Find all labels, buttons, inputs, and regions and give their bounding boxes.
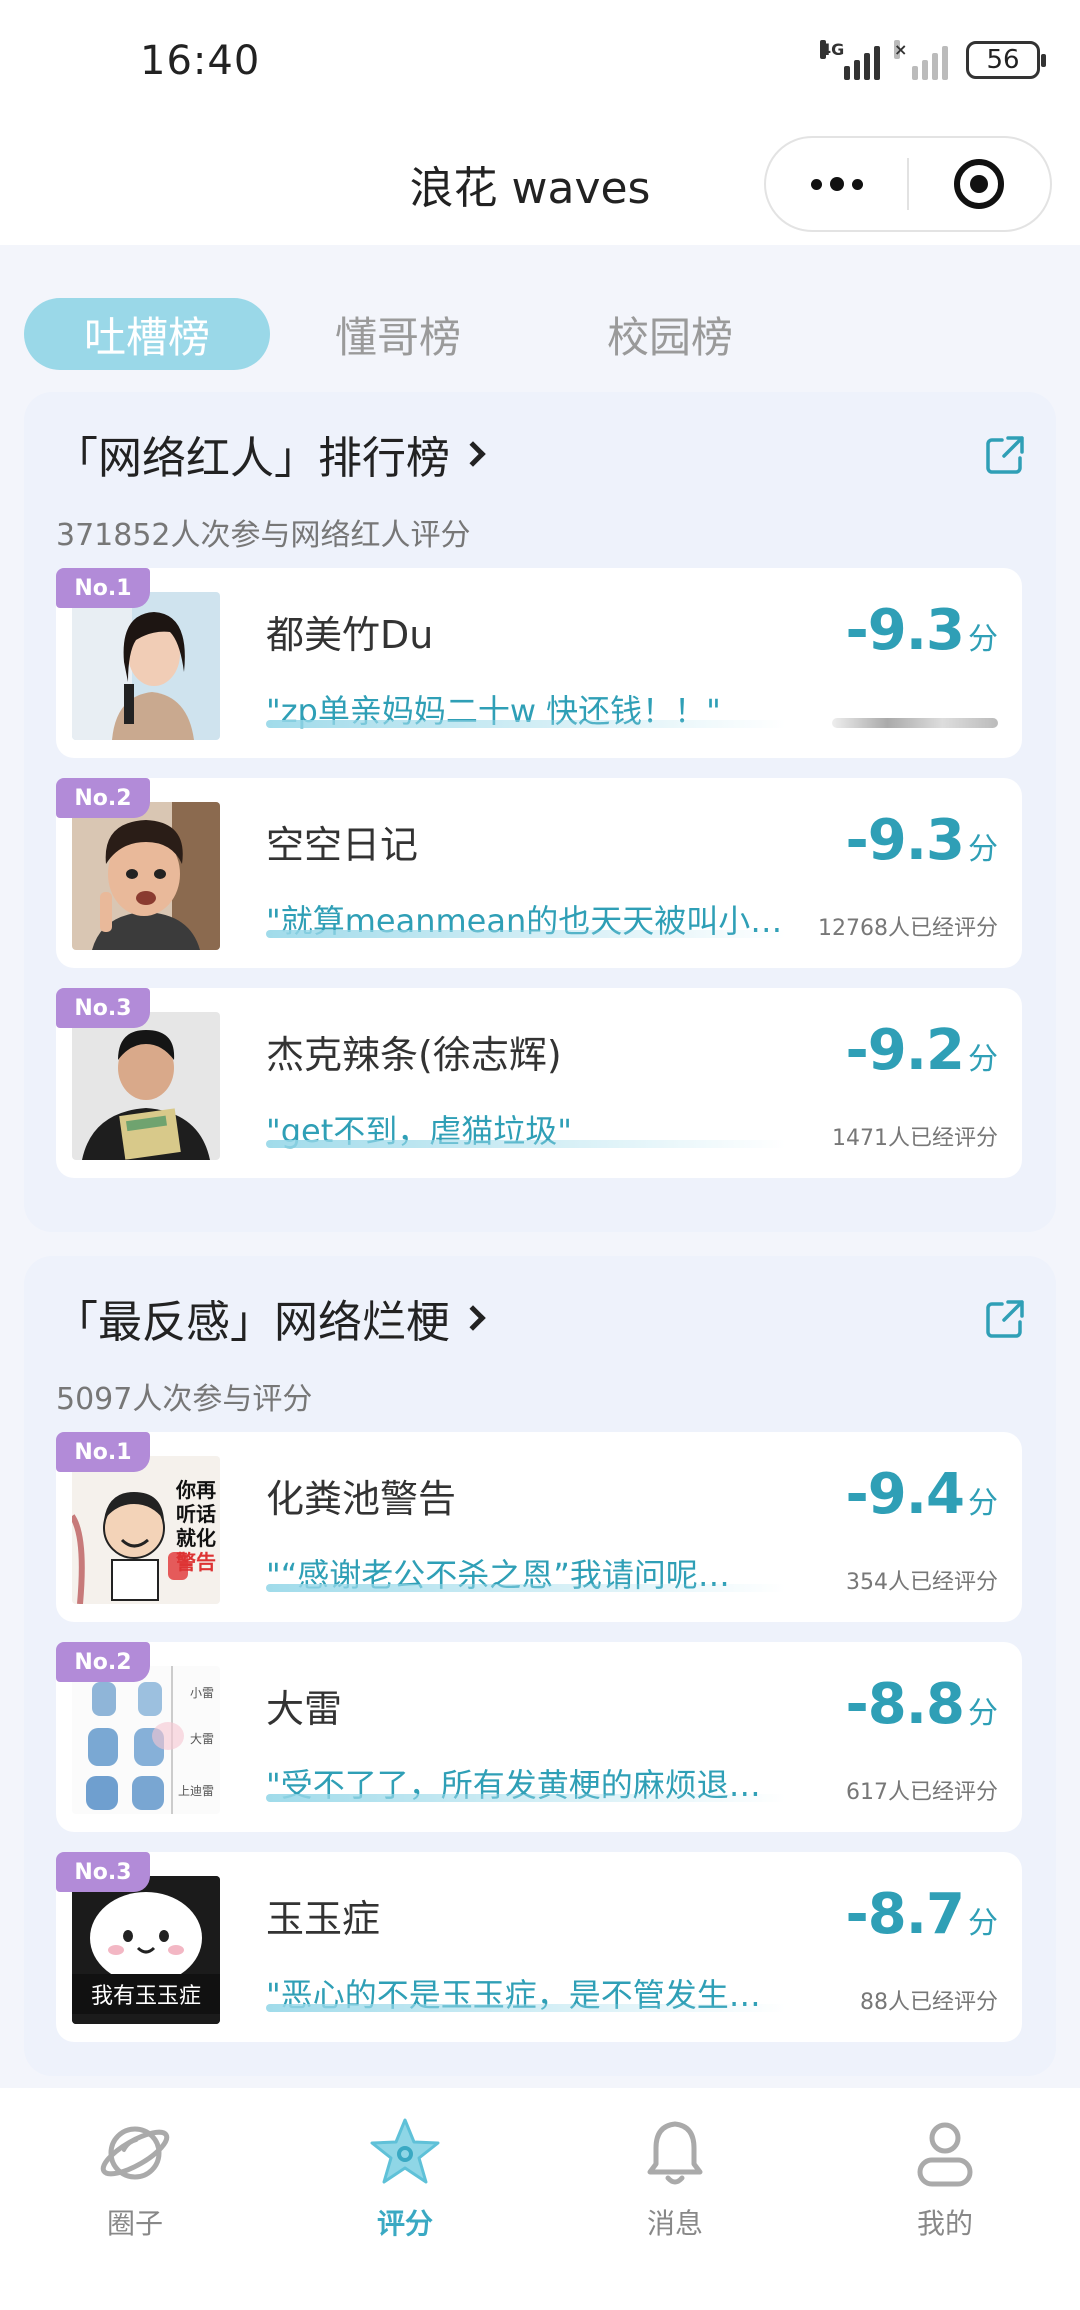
ranking-card[interactable]: No.1 都美竹Du "zp单亲妈妈二十w 快还钱！！" -9.3 分	[56, 568, 1022, 758]
item-score: -8.7 分	[845, 1882, 998, 1947]
meme-image: 你再 听话 就化 警告	[72, 1456, 220, 1604]
chevron-right-icon	[460, 1305, 486, 1331]
ranking-card[interactable]: No.1 你再 听话 就化 警告 化粪池警告 "“感谢老公不杀之恩”我请问呢… …	[56, 1432, 1022, 1622]
planet-icon	[100, 2126, 170, 2180]
rating-count: 354人已经评分	[846, 1570, 998, 1595]
star-icon	[370, 2118, 440, 2184]
ranking-card[interactable]: No.2 小雷 大雷 上迪雷 大雷 "受不了了，所有发黄梗的麻烦退… -8.8 …	[56, 1642, 1022, 1832]
section-title[interactable]: 「最反感」网络烂梗	[54, 1286, 486, 1350]
user-icon	[917, 2122, 973, 2187]
rank-badge: No.2	[56, 778, 150, 818]
item-name: 空空日记	[266, 823, 419, 867]
section-subtitle: 5097人次参与评分	[56, 1382, 313, 1417]
no-signal-mark: ×	[894, 40, 908, 59]
bell-icon	[647, 2121, 703, 2185]
more-dot-icon	[810, 178, 822, 190]
section-subtitle: 371852人次参与网络红人评分	[56, 518, 471, 553]
rating-count: 88人已经评分	[860, 1990, 998, 2015]
ranking-section-memes: 「最反感」网络烂梗 5097人次参与评分 No.1 你再 听话 就化 警告 化粪…	[24, 1256, 1056, 2076]
comment-underline	[266, 1140, 786, 1148]
rating-count: 1471人已经评分	[832, 1126, 998, 1151]
meme-caption: 你再 听话 就化 警告	[176, 1478, 216, 1574]
nav-item-rating[interactable]: 评分	[270, 2088, 540, 2310]
bottom-nav: 圈子 评分 消息 我的	[0, 2088, 1080, 2310]
rating-count: 617人已经评分	[846, 1780, 998, 1805]
avatar-image	[72, 802, 220, 950]
share-icon[interactable]	[984, 1298, 1026, 1340]
title-bar: 浪花 waves	[0, 130, 1080, 245]
blurred-count	[832, 718, 998, 728]
item-score: -8.8 分	[845, 1672, 998, 1737]
more-dot-icon	[851, 178, 863, 190]
chevron-right-icon	[460, 441, 486, 467]
nav-label: 评分	[376, 2207, 433, 2240]
status-time: 16:40	[140, 38, 261, 84]
meme-image: 我有玉玉症	[72, 1876, 220, 2024]
item-name: 化粪池警告	[266, 1477, 457, 1521]
rank-badge: No.2	[56, 1642, 150, 1682]
tab-campus[interactable]: 校园榜	[550, 298, 790, 370]
item-score: -9.4 分	[845, 1462, 998, 1527]
nav-label: 我的	[916, 2207, 973, 2240]
rank-badge: No.1	[56, 568, 150, 608]
network-type: 4G	[820, 40, 845, 59]
item-name: 玉玉症	[266, 1897, 381, 1941]
comment-underline	[266, 930, 786, 938]
ranking-section-celebrities: 「网络红人」排行榜 371852人次参与网络红人评分 No.1 都美竹Du "z…	[24, 392, 1056, 1232]
ranking-card[interactable]: No.3 我有玉玉症 玉玉症 "恶心的不是玉玉症，是不管发生… -8.7 分 88…	[56, 1852, 1022, 2042]
rank-badge: No.3	[56, 1852, 150, 1892]
avatar-image	[72, 1012, 220, 1160]
ranking-card[interactable]: No.3 杰克辣条(徐志辉) "get不到，虐猫垃圾" -9.2 分 1471人已…	[56, 988, 1022, 1178]
status-icons: 4G × 56	[820, 40, 1046, 80]
miniprogram-capsule	[764, 136, 1052, 232]
rank-tabs: 吐槽榜 懂哥榜 校园榜	[24, 298, 790, 370]
nav-label: 圈子	[106, 2207, 163, 2240]
signal-weak-icon: ×	[894, 40, 948, 80]
avatar-image	[72, 592, 220, 740]
meme-image: 小雷 大雷 上迪雷	[72, 1666, 220, 1814]
nav-label: 消息	[646, 2207, 703, 2240]
tab-tucao[interactable]: 吐槽榜	[24, 298, 270, 370]
rank-badge: No.1	[56, 1432, 150, 1472]
meme-caption: 我有玉玉症	[72, 1974, 220, 2014]
comment-underline	[266, 1794, 786, 1802]
item-score: -9.2 分	[845, 1018, 998, 1083]
item-name: 杰克辣条(徐志辉)	[266, 1033, 562, 1077]
comment-underline	[266, 1584, 786, 1592]
item-name: 大雷	[266, 1687, 343, 1731]
item-score: -9.3 分	[845, 808, 998, 873]
item-name: 都美竹Du	[266, 613, 434, 657]
share-icon[interactable]	[984, 434, 1026, 476]
status-bar: 16:40 4G × 56	[0, 0, 1080, 130]
rating-count: 12768人已经评分	[818, 916, 998, 941]
tab-dongge[interactable]: 懂哥榜	[278, 298, 518, 370]
battery-level: 56	[986, 45, 1020, 75]
rank-badge: No.3	[56, 988, 150, 1028]
more-dot-icon	[829, 177, 844, 191]
target-icon	[954, 159, 1005, 209]
close-miniprogram-button[interactable]	[909, 138, 1050, 230]
nav-item-messages[interactable]: 消息	[540, 2088, 810, 2310]
signal-icon: 4G	[820, 40, 880, 80]
comment-underline	[266, 2004, 786, 2012]
battery-icon: 56	[966, 41, 1046, 79]
more-button[interactable]	[766, 138, 907, 230]
item-score: -9.3 分	[845, 598, 998, 663]
nav-item-circle[interactable]: 圈子	[0, 2088, 270, 2310]
comment-underline	[266, 720, 786, 728]
ranking-card[interactable]: No.2 空空日记 "就算meanmean的也天天被叫小… -9.3 分 1276…	[56, 778, 1022, 968]
section-title[interactable]: 「网络红人」排行榜	[54, 422, 486, 486]
nav-item-profile[interactable]: 我的	[810, 2088, 1080, 2310]
